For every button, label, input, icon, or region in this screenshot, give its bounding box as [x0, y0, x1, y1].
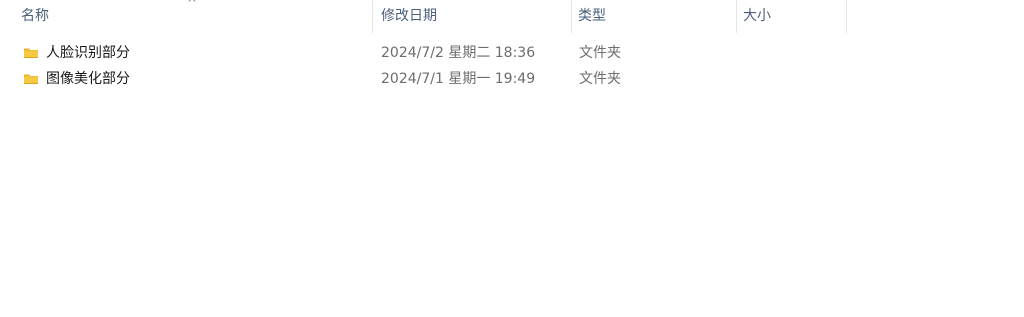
column-header-size[interactable]: 大小	[736, 0, 846, 33]
column-header-type-label: 类型	[578, 8, 606, 24]
column-header-modified-label: 修改日期	[381, 8, 437, 24]
folder-icon	[24, 74, 38, 84]
file-row[interactable]: 图像美化部分 2024/7/1 星期一 19:49 文件夹	[0, 66, 1024, 92]
file-explorer-details-view: 名称 ^ 修改日期 类型 大小 人脸识别部分 2024/7/2 星期二 18:3…	[0, 0, 1024, 317]
column-header-type[interactable]: 类型	[571, 0, 736, 33]
file-type: 文件夹	[579, 45, 621, 61]
column-header-modified[interactable]: 修改日期	[374, 0, 571, 33]
column-header-name-label: 名称	[21, 8, 49, 24]
column-header-bar: 名称 ^ 修改日期 类型 大小	[0, 0, 1024, 33]
file-modified-date: 2024/7/2 星期二 18:36	[381, 45, 536, 61]
folder-icon	[24, 48, 38, 58]
sort-ascending-icon: ^	[187, 0, 198, 10]
column-header-size-label: 大小	[743, 8, 771, 24]
file-row[interactable]: 人脸识别部分 2024/7/2 星期二 18:36 文件夹	[0, 40, 1024, 66]
column-divider[interactable]	[846, 0, 847, 33]
file-name: 图像美化部分	[46, 71, 130, 87]
column-divider[interactable]	[372, 0, 373, 33]
file-type: 文件夹	[579, 71, 621, 87]
file-modified-date: 2024/7/1 星期一 19:49	[381, 71, 536, 87]
file-name: 人脸识别部分	[46, 45, 130, 61]
